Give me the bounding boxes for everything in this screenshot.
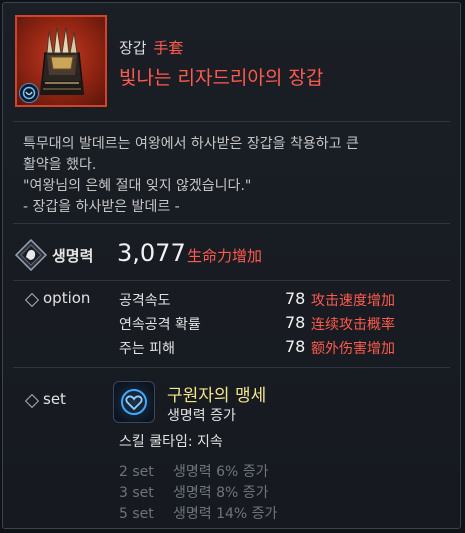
divider (13, 280, 450, 281)
option-value: 78 (285, 337, 306, 356)
option-diamond-icon (24, 292, 40, 308)
main-stat-label-cn: 生命力增加 (187, 247, 263, 265)
item-tooltip: 장갑 手套 빛나는 리자드리아의 장갑 특무대의 발데르는 여왕에서 하사받은 … (2, 2, 461, 529)
set-bonus-row: 3 set 생명력 8% 증가 (119, 482, 269, 502)
description-line: - 장갑을 하사받은 발데르 - (23, 199, 180, 215)
heart-shield-icon (121, 389, 147, 415)
set-diamond-icon (24, 393, 40, 409)
description-line: 활약을 했다. (23, 157, 97, 173)
set-bonus-row: 2 set 생명력 6% 증가 (119, 461, 269, 481)
tooltip-header: 장갑 手套 빛나는 리자드리아의 장갑 (3, 3, 460, 121)
set-bonus-row: 5 set 생명력 14% 증가 (119, 503, 277, 523)
divider (13, 367, 450, 368)
set-bonus-count: 5 set (119, 506, 154, 522)
option-name-cn: 连续攻击概率 (311, 317, 395, 333)
option-name-cn: 攻击速度增加 (311, 293, 395, 309)
set-section-title: set (43, 390, 66, 408)
option-row: 주는 피해 78 额外伤害增加 (119, 337, 439, 358)
option-row: 공격속도 78 攻击速度增加 (119, 289, 439, 310)
description-line: 특무대의 발데르는 여왕에서 하사받은 장갑을 착용하고 큰 (23, 136, 359, 152)
divider (13, 121, 450, 122)
gauntlet-icon (40, 26, 84, 95)
blue-emblem-icon (19, 83, 39, 103)
option-row: 연속공격 확률 78 连续攻击概率 (119, 313, 439, 334)
item-icon-frame[interactable] (15, 15, 107, 107)
set-effect: 생명력 증가 (167, 408, 236, 424)
item-name: 빛나는 리자드리아의 장갑 (119, 67, 324, 89)
set-bonus-count: 3 set (119, 485, 154, 501)
set-bonus-text: 생명력 14% 증가 (173, 506, 278, 522)
set-bonus-text: 생명력 8% 증가 (173, 485, 269, 501)
description-line: "여왕님의 은혜 절대 잊지 않겠습니다." (23, 178, 252, 194)
stat-emblem-icon (15, 239, 47, 271)
divider (13, 223, 450, 224)
set-name: 구원자의 맹세 (167, 386, 267, 406)
set-bonus-count: 2 set (119, 464, 154, 480)
item-type-cn: 手套 (153, 39, 184, 57)
option-name: 연속공격 확률 (119, 317, 201, 333)
option-value: 78 (285, 313, 306, 332)
main-stat-label: 생명력 (52, 247, 94, 265)
skill-cooldown: 스킬 쿨타임: 지속 (119, 434, 223, 450)
item-type-ko: 장갑 (119, 39, 147, 57)
set-icon-frame[interactable] (113, 381, 155, 423)
item-type: 장갑 手套 (119, 37, 183, 58)
option-name: 공격속도 (119, 293, 171, 309)
option-section-title: option (43, 289, 91, 307)
main-stat-value: 3,077 (117, 239, 186, 267)
option-name-cn: 额外伤害增加 (311, 341, 395, 357)
set-bonus-text: 생명력 6% 증가 (173, 464, 269, 480)
item-description: 특무대의 발데르는 여왕에서 하사받은 장갑을 착용하고 큰 활약을 했다. "… (23, 134, 443, 218)
option-name: 주는 피해 (119, 341, 175, 357)
option-value: 78 (285, 289, 306, 308)
